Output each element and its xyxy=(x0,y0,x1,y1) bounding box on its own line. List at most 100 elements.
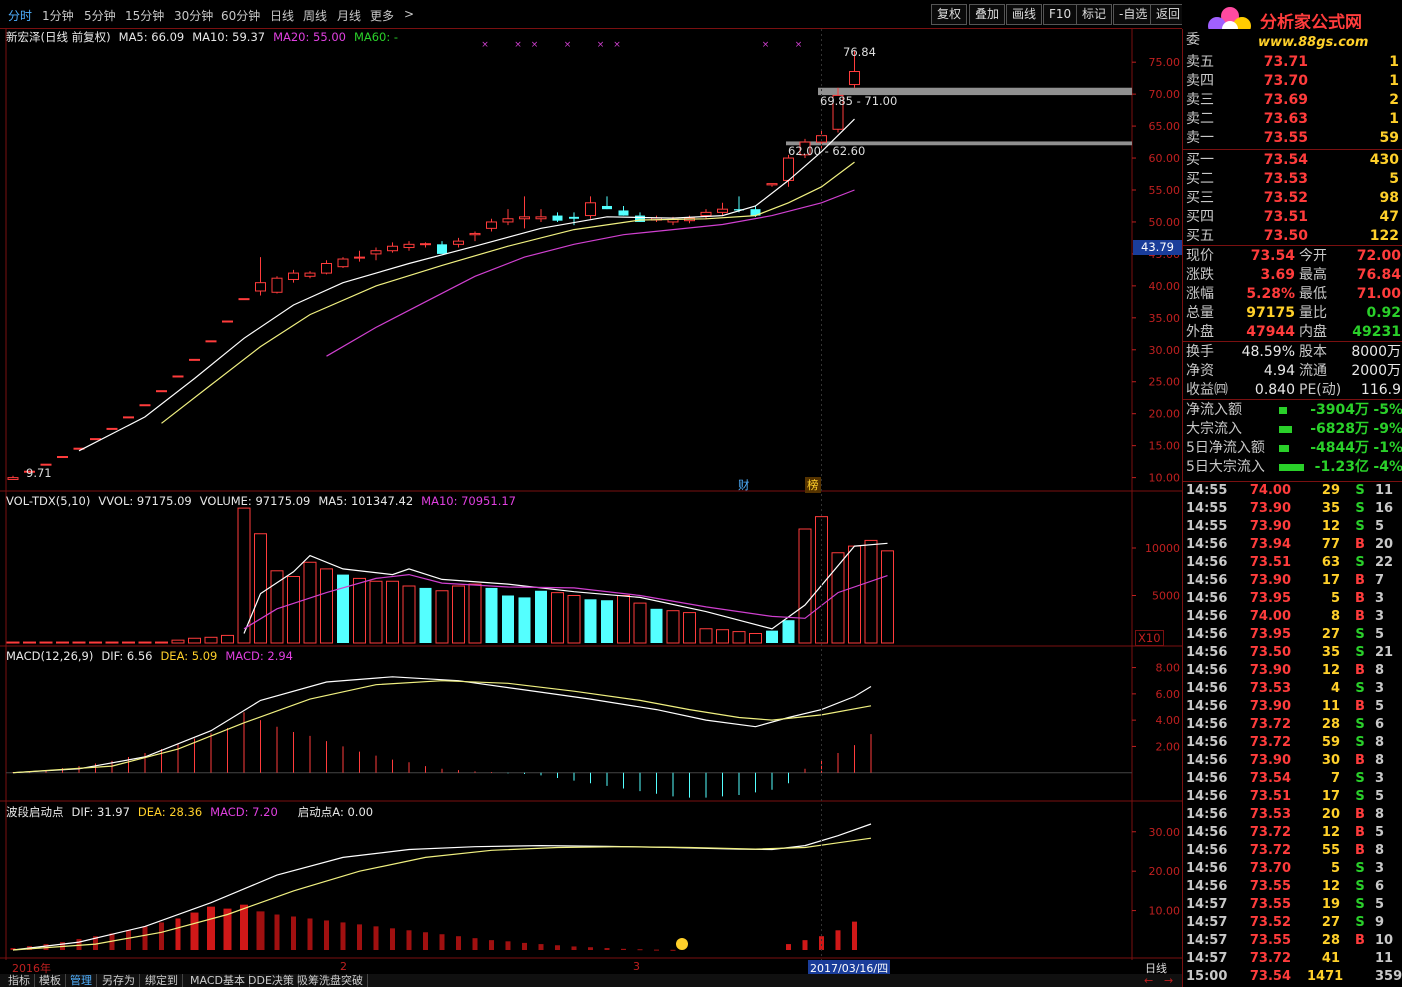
period-tab-60min[interactable]: 60分钟 xyxy=(221,7,260,24)
tick-time: 14:55 xyxy=(1186,483,1228,498)
bid-row[interactable]: 买一 73.54 430 xyxy=(1183,151,1402,170)
tick-row[interactable]: 14:56 73.72 55 B 8 xyxy=(1183,842,1402,860)
period-tab-15min[interactable]: 15分钟 xyxy=(125,7,164,24)
f10-button[interactable]: F10 xyxy=(1043,4,1078,25)
ask-row[interactable]: 卖一 73.55 59 xyxy=(1183,129,1402,148)
period-tab-30min[interactable]: 30分钟 xyxy=(174,7,213,24)
tick-row[interactable]: 14:56 73.72 28 S 6 xyxy=(1183,716,1402,734)
volume-bar xyxy=(122,641,135,644)
bid-row[interactable]: 买五 73.50 122 xyxy=(1183,227,1402,246)
tick-row[interactable]: 14:56 73.90 12 B 8 xyxy=(1183,662,1402,680)
tick-side: B xyxy=(1355,825,1365,840)
mark-button[interactable]: 标记 xyxy=(1076,4,1113,25)
volume-bar xyxy=(749,633,762,644)
tick-row[interactable]: 14:56 73.50 35 S 21 xyxy=(1183,644,1402,662)
tab-manage[interactable]: 管理 xyxy=(66,974,97,987)
period-tab-more[interactable]: 更多 xyxy=(370,7,394,24)
tick-row[interactable]: 14:57 73.72 41 11 xyxy=(1183,950,1402,968)
tick-side: S xyxy=(1355,645,1365,660)
tick-time: 14:57 xyxy=(1186,897,1228,912)
ask-row[interactable]: 卖二 73.63 1 xyxy=(1183,110,1402,129)
volume-bar xyxy=(188,637,201,644)
tick-row[interactable]: 14:56 73.51 63 S 22 xyxy=(1183,554,1402,572)
tick-row[interactable]: 14:56 73.90 11 B 5 xyxy=(1183,698,1402,716)
chevron-right-icon[interactable]: > xyxy=(404,7,414,21)
period-tab-1min[interactable]: 1分钟 xyxy=(42,7,74,24)
period-tab-fenshi[interactable]: 分时 xyxy=(8,7,32,24)
tick-row[interactable]: 14:57 73.55 19 S 5 xyxy=(1183,896,1402,914)
volume-bar xyxy=(798,528,812,644)
wave-bar xyxy=(489,940,494,950)
divider xyxy=(1183,245,1402,246)
period-tab-weekly[interactable]: 周线 xyxy=(303,7,327,24)
price-panel-header: 新宏泽(日线 前复权) MA5: 66.09 MA10: 59.37 MA20: 55… xyxy=(6,29,406,45)
tick-volume: 12 xyxy=(1321,825,1340,840)
wave-bar xyxy=(588,947,593,950)
back-button[interactable]: 返回 xyxy=(1150,4,1187,25)
period-tab-daily[interactable]: 日线 xyxy=(270,7,294,24)
tick-side: B xyxy=(1355,699,1365,714)
tick-row[interactable]: 14:56 73.95 27 S 5 xyxy=(1183,626,1402,644)
scroll-left-icon[interactable]: ← xyxy=(1140,974,1157,987)
bid-volume: 122 xyxy=(1369,228,1399,244)
tick-row[interactable]: 14:56 73.90 30 B 8 xyxy=(1183,752,1402,770)
tab-accumulation[interactable]: 吸筹洗盘突破 xyxy=(293,974,368,987)
tab-indicator[interactable]: 指标 xyxy=(4,974,35,987)
tick-volume: 8 xyxy=(1330,609,1340,624)
ask-price: 73.71 xyxy=(1263,54,1308,70)
tick-row[interactable]: 14:57 73.52 27 S 9 xyxy=(1183,914,1402,932)
tick-row[interactable]: 14:56 73.51 17 S 5 xyxy=(1183,788,1402,806)
add-watchlist-button[interactable]: -自选 xyxy=(1113,4,1154,25)
tab-save-as[interactable]: 另存为 xyxy=(98,974,140,987)
tick-row[interactable]: 14:56 73.90 17 B 7 xyxy=(1183,572,1402,590)
tick-row[interactable]: 14:57 73.55 28 B 10 xyxy=(1183,932,1402,950)
tick-row[interactable]: 14:56 73.70 5 S 3 xyxy=(1183,860,1402,878)
tick-row[interactable]: 14:56 74.00 8 B 3 xyxy=(1183,608,1402,626)
tab-bind-to[interactable]: 绑定到 xyxy=(141,974,183,987)
ask-row[interactable]: 卖三 73.69 2 xyxy=(1183,91,1402,110)
volume-bar xyxy=(419,587,432,643)
tick-row[interactable]: 14:55 73.90 35 S 16 xyxy=(1183,500,1402,518)
volume-bar xyxy=(89,641,102,644)
period-tab-5min[interactable]: 5分钟 xyxy=(84,7,116,24)
tab-template[interactable]: 模板 xyxy=(35,974,66,987)
tick-row[interactable]: 14:55 74.00 29 S 11 xyxy=(1183,482,1402,500)
period-tab-monthly[interactable]: 月线 xyxy=(337,7,361,24)
draw-line-button[interactable]: 画线 xyxy=(1006,4,1043,25)
ask-row[interactable]: 卖五 73.71 1 xyxy=(1183,53,1402,72)
tick-row[interactable]: 14:56 73.53 4 S 3 xyxy=(1183,680,1402,698)
tab-macd-basic[interactable]: MACD基本 xyxy=(186,974,250,987)
tick-row[interactable]: 14:56 73.72 59 S 8 xyxy=(1183,734,1402,752)
finance-marker[interactable]: 财 xyxy=(738,477,750,493)
tick-row[interactable]: 14:56 73.54 7 S 3 xyxy=(1183,770,1402,788)
overlay-button[interactable]: 叠加 xyxy=(969,4,1006,25)
restore-rights-button[interactable]: 复权 xyxy=(931,4,968,25)
bid-row[interactable]: 买三 73.52 98 xyxy=(1183,189,1402,208)
tick-row[interactable]: 14:56 73.94 77 B 20 xyxy=(1183,536,1402,554)
kline-chart-area[interactable]: 75.0070.0065.0060.0055.0050.0045.0040.00… xyxy=(0,29,1182,960)
tick-count: 3 xyxy=(1375,681,1385,696)
volume-bar xyxy=(468,583,482,644)
tab-dde[interactable]: DDE决策 xyxy=(244,974,299,987)
candle-body xyxy=(238,298,250,301)
bid-label: 买二 xyxy=(1186,171,1214,187)
bid-row[interactable]: 买二 73.53 5 xyxy=(1183,170,1402,189)
bid-row[interactable]: 买四 73.51 47 xyxy=(1183,208,1402,227)
volume-bar xyxy=(369,580,383,644)
y-tick-label: 2.00 xyxy=(1156,740,1181,753)
tick-row[interactable]: 14:56 73.53 20 B 8 xyxy=(1183,806,1402,824)
tick-row[interactable]: 15:00 73.54 1471 359 xyxy=(1183,968,1402,986)
tick-row[interactable]: 14:56 73.55 12 S 6 xyxy=(1183,878,1402,896)
scroll-right-icon[interactable]: → xyxy=(1160,974,1177,987)
rank-marker[interactable]: 榜 xyxy=(805,477,821,493)
candle-body xyxy=(139,404,151,407)
volume-bar xyxy=(551,592,564,644)
tick-row[interactable]: 14:55 73.90 12 S 5 xyxy=(1183,518,1402,536)
y-tick-label: 55.00 xyxy=(1149,184,1181,197)
tick-row[interactable]: 14:56 73.72 12 B 5 xyxy=(1183,824,1402,842)
tick-row[interactable]: 14:56 73.95 5 B 3 xyxy=(1183,590,1402,608)
tick-price: 73.95 xyxy=(1249,591,1291,606)
ask-row[interactable]: 卖四 73.70 1 xyxy=(1183,72,1402,91)
stat-label: 外盘 xyxy=(1186,324,1214,340)
tick-price: 73.90 xyxy=(1249,501,1291,516)
